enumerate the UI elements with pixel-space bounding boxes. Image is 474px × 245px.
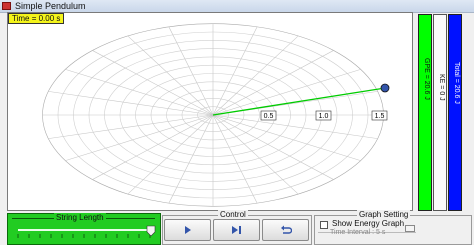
total-energy-label: Total = 20.6 J: [453, 62, 460, 104]
scale-label-0: 0.5: [260, 110, 277, 121]
step-forward-icon: [232, 226, 241, 234]
scale-label-1: 1.0: [315, 110, 332, 121]
reset-button[interactable]: [262, 219, 309, 241]
time-readout: Time = 0.00 s: [8, 13, 65, 24]
window-title: Simple Pendulum: [15, 1, 86, 11]
ke-label: KE = 0 J: [438, 74, 445, 101]
interval-slider-thumb[interactable]: [405, 225, 415, 232]
string-length-slider[interactable]: [14, 224, 156, 242]
polar-grid: 0.5 1.0 1.5: [42, 23, 390, 207]
svg-text:1.0: 1.0: [319, 113, 329, 120]
string-length-title: String Length: [54, 213, 106, 222]
gpe-bar: [418, 14, 432, 211]
show-energy-graph-checkbox[interactable]: [320, 221, 328, 229]
reset-icon: [280, 225, 292, 234]
java-app-icon: [2, 2, 11, 10]
total-energy-bar: [448, 14, 462, 211]
graph-setting-title: Graph Setting: [357, 210, 411, 219]
slider-thumb[interactable]: [146, 225, 156, 237]
svg-text:0.5: 0.5: [264, 113, 274, 120]
step-button[interactable]: [213, 219, 260, 241]
play-button[interactable]: [164, 219, 211, 241]
gpe-label: GPE = 20.6 J: [423, 58, 430, 100]
pendulum-bob[interactable]: [380, 83, 390, 93]
control-title: Control: [218, 210, 248, 219]
scale-label-2: 1.5: [371, 110, 388, 121]
show-energy-graph-label: Show Energy Graph: [332, 219, 405, 228]
svg-text:1.5: 1.5: [375, 113, 385, 120]
simulation-canvas: 0.5 1.0 1.5: [7, 12, 413, 211]
play-icon: [184, 226, 191, 234]
string-length-panel: String Length: [7, 213, 161, 245]
time-interval-label: Time Interval : 5 s: [330, 229, 386, 236]
ke-bar: [433, 14, 447, 211]
